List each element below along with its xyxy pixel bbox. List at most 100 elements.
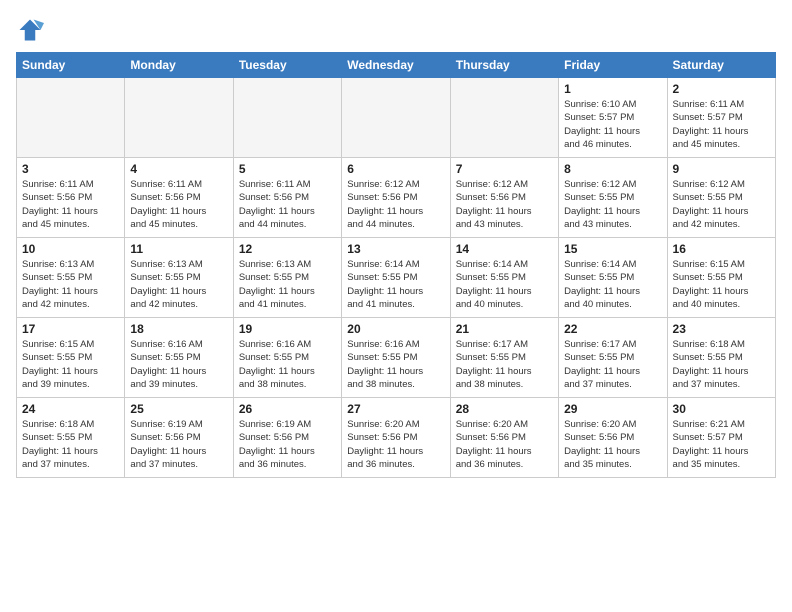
calendar-cell: 2 Sunrise: 6:11 AM Sunset: 5:57 PM Daylig… xyxy=(667,78,775,158)
calendar-cell: 19 Sunrise: 6:16 AM Sunset: 5:55 PM Dayli… xyxy=(233,318,341,398)
logo-icon xyxy=(16,16,44,44)
day-number: 17 xyxy=(22,322,119,336)
day-info: Sunrise: 6:12 AM Sunset: 5:56 PM Dayligh… xyxy=(347,178,444,231)
calendar-cell: 24Sunrise: 6:18 AM Sunset: 5:55 PM Dayli… xyxy=(17,398,125,478)
calendar-cell: 18 Sunrise: 6:16 AM Sunset: 5:55 PM Dayli… xyxy=(125,318,233,398)
day-number: 8 xyxy=(564,162,661,176)
calendar-cell: 9 Sunrise: 6:12 AM Sunset: 5:55 PM Daylig… xyxy=(667,158,775,238)
calendar-cell xyxy=(125,78,233,158)
calendar-cell: 28 Sunrise: 6:20 AM Sunset: 5:56 PM Dayli… xyxy=(450,398,558,478)
calendar-week-row: 10Sunrise: 6:13 AM Sunset: 5:55 PM Dayli… xyxy=(17,238,776,318)
calendar-cell: 20 Sunrise: 6:16 AM Sunset: 5:55 PM Dayli… xyxy=(342,318,450,398)
calendar-week-row: 1 Sunrise: 6:10 AM Sunset: 5:57 PM Daylig… xyxy=(17,78,776,158)
day-number: 25 xyxy=(130,402,227,416)
calendar-week-row: 24Sunrise: 6:18 AM Sunset: 5:55 PM Dayli… xyxy=(17,398,776,478)
weekday-header-wednesday: Wednesday xyxy=(342,53,450,78)
weekday-header-saturday: Saturday xyxy=(667,53,775,78)
day-number: 18 xyxy=(130,322,227,336)
calendar-cell: 6 Sunrise: 6:12 AM Sunset: 5:56 PM Daylig… xyxy=(342,158,450,238)
calendar-cell: 26 Sunrise: 6:19 AM Sunset: 5:56 PM Dayli… xyxy=(233,398,341,478)
calendar-table: SundayMondayTuesdayWednesdayThursdayFrid… xyxy=(16,52,776,478)
day-number: 9 xyxy=(673,162,770,176)
weekday-header-thursday: Thursday xyxy=(450,53,558,78)
calendar-cell: 22 Sunrise: 6:17 AM Sunset: 5:55 PM Dayli… xyxy=(559,318,667,398)
day-number: 27 xyxy=(347,402,444,416)
day-info: Sunrise: 6:13 AM Sunset: 5:55 PM Dayligh… xyxy=(22,258,119,311)
calendar-cell: 15 Sunrise: 6:14 AM Sunset: 5:55 PM Dayli… xyxy=(559,238,667,318)
day-number: 20 xyxy=(347,322,444,336)
calendar-cell: 3 Sunrise: 6:11 AM Sunset: 5:56 PM Daylig… xyxy=(17,158,125,238)
calendar-cell: 13Sunrise: 6:14 AM Sunset: 5:55 PM Dayli… xyxy=(342,238,450,318)
day-info: Sunrise: 6:12 AM Sunset: 5:55 PM Dayligh… xyxy=(564,178,661,231)
calendar-cell xyxy=(450,78,558,158)
day-info: Sunrise: 6:16 AM Sunset: 5:55 PM Dayligh… xyxy=(239,338,336,391)
weekday-header-tuesday: Tuesday xyxy=(233,53,341,78)
calendar-cell xyxy=(342,78,450,158)
day-info: Sunrise: 6:21 AM Sunset: 5:57 PM Dayligh… xyxy=(673,418,770,471)
calendar-cell: 10Sunrise: 6:13 AM Sunset: 5:55 PM Dayli… xyxy=(17,238,125,318)
day-number: 28 xyxy=(456,402,553,416)
day-number: 23 xyxy=(673,322,770,336)
day-info: Sunrise: 6:11 AM Sunset: 5:57 PM Dayligh… xyxy=(673,98,770,151)
day-number: 19 xyxy=(239,322,336,336)
calendar-cell: 12 Sunrise: 6:13 AM Sunset: 5:55 PM Dayli… xyxy=(233,238,341,318)
calendar-cell xyxy=(233,78,341,158)
day-info: Sunrise: 6:11 AM Sunset: 5:56 PM Dayligh… xyxy=(22,178,119,231)
day-info: Sunrise: 6:20 AM Sunset: 5:56 PM Dayligh… xyxy=(456,418,553,471)
calendar-cell: 27Sunrise: 6:20 AM Sunset: 5:56 PM Dayli… xyxy=(342,398,450,478)
day-number: 14 xyxy=(456,242,553,256)
page: SundayMondayTuesdayWednesdayThursdayFrid… xyxy=(0,0,792,494)
weekday-header-sunday: Sunday xyxy=(17,53,125,78)
logo xyxy=(16,16,48,44)
calendar-cell: 11Sunrise: 6:13 AM Sunset: 5:55 PM Dayli… xyxy=(125,238,233,318)
calendar-week-row: 17 Sunrise: 6:15 AM Sunset: 5:55 PM Dayli… xyxy=(17,318,776,398)
calendar-cell: 7Sunrise: 6:12 AM Sunset: 5:56 PM Daylig… xyxy=(450,158,558,238)
calendar-cell: 16Sunrise: 6:15 AM Sunset: 5:55 PM Dayli… xyxy=(667,238,775,318)
day-number: 29 xyxy=(564,402,661,416)
day-info: Sunrise: 6:12 AM Sunset: 5:55 PM Dayligh… xyxy=(673,178,770,231)
day-info: Sunrise: 6:18 AM Sunset: 5:55 PM Dayligh… xyxy=(22,418,119,471)
day-number: 12 xyxy=(239,242,336,256)
day-info: Sunrise: 6:20 AM Sunset: 5:56 PM Dayligh… xyxy=(564,418,661,471)
calendar-week-row: 3 Sunrise: 6:11 AM Sunset: 5:56 PM Daylig… xyxy=(17,158,776,238)
calendar-cell: 17 Sunrise: 6:15 AM Sunset: 5:55 PM Dayli… xyxy=(17,318,125,398)
calendar-cell: 30Sunrise: 6:21 AM Sunset: 5:57 PM Dayli… xyxy=(667,398,775,478)
header xyxy=(16,16,776,44)
day-info: Sunrise: 6:15 AM Sunset: 5:55 PM Dayligh… xyxy=(22,338,119,391)
day-info: Sunrise: 6:19 AM Sunset: 5:56 PM Dayligh… xyxy=(130,418,227,471)
day-info: Sunrise: 6:18 AM Sunset: 5:55 PM Dayligh… xyxy=(673,338,770,391)
day-info: Sunrise: 6:17 AM Sunset: 5:55 PM Dayligh… xyxy=(564,338,661,391)
calendar-cell: 4Sunrise: 6:11 AM Sunset: 5:56 PM Daylig… xyxy=(125,158,233,238)
calendar-cell: 23 Sunrise: 6:18 AM Sunset: 5:55 PM Dayli… xyxy=(667,318,775,398)
day-number: 16 xyxy=(673,242,770,256)
day-info: Sunrise: 6:11 AM Sunset: 5:56 PM Dayligh… xyxy=(130,178,227,231)
day-number: 5 xyxy=(239,162,336,176)
calendar-cell: 14 Sunrise: 6:14 AM Sunset: 5:55 PM Dayli… xyxy=(450,238,558,318)
day-number: 2 xyxy=(673,82,770,96)
calendar-cell: 1 Sunrise: 6:10 AM Sunset: 5:57 PM Daylig… xyxy=(559,78,667,158)
day-info: Sunrise: 6:14 AM Sunset: 5:55 PM Dayligh… xyxy=(564,258,661,311)
weekday-header-monday: Monday xyxy=(125,53,233,78)
calendar-cell: 29 Sunrise: 6:20 AM Sunset: 5:56 PM Dayli… xyxy=(559,398,667,478)
day-number: 15 xyxy=(564,242,661,256)
calendar-cell xyxy=(17,78,125,158)
day-info: Sunrise: 6:13 AM Sunset: 5:55 PM Dayligh… xyxy=(130,258,227,311)
day-number: 26 xyxy=(239,402,336,416)
day-number: 3 xyxy=(22,162,119,176)
day-info: Sunrise: 6:13 AM Sunset: 5:55 PM Dayligh… xyxy=(239,258,336,311)
day-info: Sunrise: 6:16 AM Sunset: 5:55 PM Dayligh… xyxy=(130,338,227,391)
calendar-cell: 21Sunrise: 6:17 AM Sunset: 5:55 PM Dayli… xyxy=(450,318,558,398)
day-info: Sunrise: 6:16 AM Sunset: 5:55 PM Dayligh… xyxy=(347,338,444,391)
calendar-cell: 5Sunrise: 6:11 AM Sunset: 5:56 PM Daylig… xyxy=(233,158,341,238)
day-number: 13 xyxy=(347,242,444,256)
weekday-header-row: SundayMondayTuesdayWednesdayThursdayFrid… xyxy=(17,53,776,78)
day-info: Sunrise: 6:17 AM Sunset: 5:55 PM Dayligh… xyxy=(456,338,553,391)
day-number: 6 xyxy=(347,162,444,176)
day-number: 1 xyxy=(564,82,661,96)
day-info: Sunrise: 6:19 AM Sunset: 5:56 PM Dayligh… xyxy=(239,418,336,471)
day-number: 22 xyxy=(564,322,661,336)
calendar-cell: 25 Sunrise: 6:19 AM Sunset: 5:56 PM Dayli… xyxy=(125,398,233,478)
day-info: Sunrise: 6:14 AM Sunset: 5:55 PM Dayligh… xyxy=(456,258,553,311)
calendar-cell: 8 Sunrise: 6:12 AM Sunset: 5:55 PM Daylig… xyxy=(559,158,667,238)
day-info: Sunrise: 6:10 AM Sunset: 5:57 PM Dayligh… xyxy=(564,98,661,151)
